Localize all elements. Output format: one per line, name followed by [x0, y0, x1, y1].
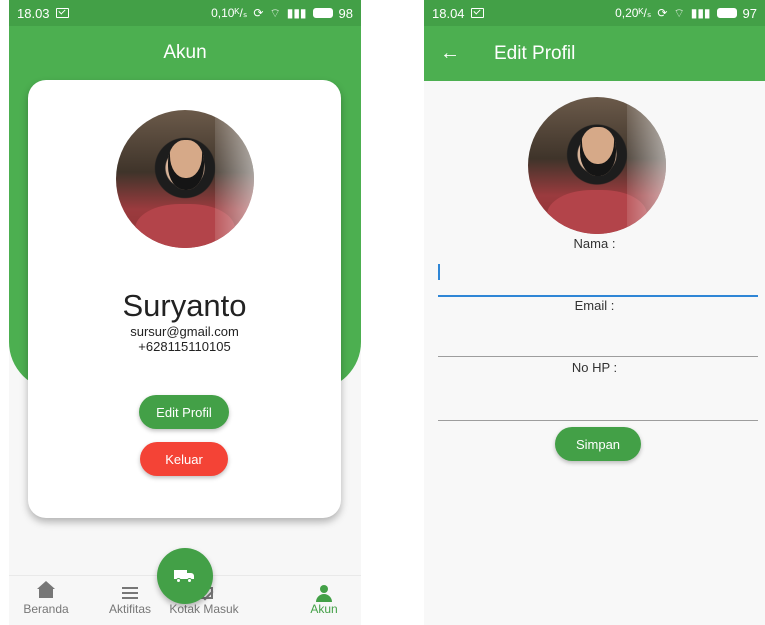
- nav-item-activity[interactable]: Aktifitas: [95, 583, 165, 616]
- home-icon: [37, 581, 55, 598]
- phone-input[interactable]: [438, 420, 758, 421]
- battery-icon: [716, 8, 737, 18]
- page-title: Edit Profil: [494, 42, 576, 64]
- profile-name: Suryanto: [122, 288, 247, 323]
- battery-level: 97: [742, 5, 757, 21]
- signal-icon: ▮▮▮: [690, 6, 711, 20]
- wifi-icon: ⌔: [673, 5, 685, 20]
- status-time: 18.04: [432, 5, 465, 21]
- delivery-fab[interactable]: [157, 548, 213, 604]
- profile-card: Suryanto sursur@gmail.com +628115110105 …: [28, 80, 341, 518]
- nav-label-activity: Aktifitas: [108, 602, 151, 616]
- wifi-icon: ⌔: [269, 5, 281, 20]
- network-speed: 0,10ᴷ/ₛ: [211, 6, 248, 20]
- avatar[interactable]: [528, 97, 666, 234]
- battery-icon: [312, 8, 333, 18]
- message-icon: [470, 8, 484, 18]
- nav-label-inbox: Kotak Masuk: [169, 602, 239, 616]
- page-title: Akun: [163, 42, 207, 63]
- name-input[interactable]: [438, 295, 758, 297]
- account-app-bar: Akun: [9, 26, 361, 81]
- email-input[interactable]: [438, 356, 758, 357]
- edit-profile-screen: 18.04 0,20ᴷ/ₛ ⟳ ⌔ ▮▮▮ 97 ← Edit Profil N…: [424, 0, 765, 625]
- profile-phone: +628115110105: [138, 339, 231, 354]
- save-button[interactable]: Simpan: [555, 427, 641, 461]
- signal-icon: ▮▮▮: [286, 6, 307, 20]
- nav-item-account[interactable]: Akun: [289, 583, 359, 616]
- sync-icon: ⟳: [253, 6, 264, 20]
- status-bar: 18.03 0,10ᴷ/ₛ ⟳ ⌔ ▮▮▮ 98: [9, 0, 361, 26]
- nav-item-home[interactable]: Beranda: [11, 581, 81, 616]
- battery-level: 98: [338, 5, 353, 21]
- network-speed: 0,20ᴷ/ₛ: [615, 6, 652, 20]
- status-bar: 18.04 0,20ᴷ/ₛ ⟳ ⌔ ▮▮▮ 97: [424, 0, 765, 26]
- logout-button[interactable]: Keluar: [140, 442, 228, 476]
- nav-label-home: Beranda: [23, 602, 69, 616]
- sync-icon: ⟳: [657, 6, 668, 20]
- profile-screen: 18.03 0,10ᴷ/ₛ ⟳ ⌔ ▮▮▮ 98 Akun Suryanto s…: [9, 0, 361, 625]
- message-icon: [55, 8, 69, 18]
- nav-label-account: Akun: [310, 602, 338, 616]
- avatar: [116, 110, 254, 248]
- truck-icon: [174, 569, 196, 583]
- email-label: Email :: [574, 298, 615, 313]
- name-label: Nama :: [573, 236, 616, 251]
- edit-profile-app-bar: ← Edit Profil: [424, 26, 765, 81]
- arrow-left-icon[interactable]: ←: [440, 42, 470, 65]
- text-cursor: [438, 264, 440, 280]
- edit-profile-button[interactable]: Edit Profil: [139, 395, 229, 429]
- status-right: 0,20ᴷ/ₛ ⟳ ⌔ ▮▮▮ 97: [615, 6, 757, 21]
- status-time: 18.03: [17, 5, 50, 21]
- menu-icon: [122, 587, 138, 599]
- user-icon: [315, 585, 333, 602]
- status-right: 0,10ᴷ/ₛ ⟳ ⌔ ▮▮▮ 98: [211, 6, 353, 21]
- phone-label: No HP :: [571, 360, 618, 375]
- profile-email: sursur@gmail.com: [130, 324, 239, 339]
